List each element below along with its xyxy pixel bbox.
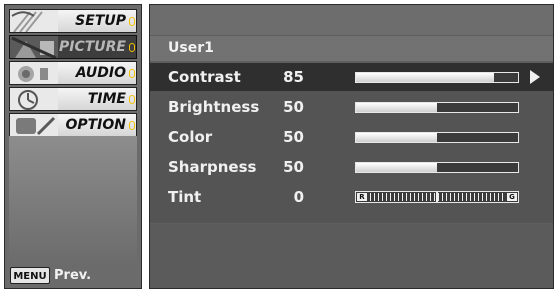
setting-slider-contrast[interactable] xyxy=(355,72,519,83)
menu-label-picture: PICTURE xyxy=(58,39,126,55)
menu-marker-time xyxy=(129,95,135,104)
setting-row-sharpness[interactable]: Sharpness 50 xyxy=(150,153,553,181)
setting-label-sharpness: Sharpness xyxy=(168,158,257,176)
menu-label-option: OPTION xyxy=(65,117,126,133)
picture-thumbnail-icon xyxy=(10,36,58,58)
menu-item-option[interactable]: OPTION xyxy=(9,113,137,137)
setting-slider-sharpness[interactable] xyxy=(355,162,519,173)
setting-label-brightness: Brightness xyxy=(168,98,260,116)
picture-settings-list: Contrast 85 Brightness 50 Color 50 Sharp… xyxy=(150,63,553,223)
panel-bottom-area xyxy=(150,224,553,288)
left-menu-panel: SETUP PICTURE AUDIO TIME OPTION MENU Pre… xyxy=(4,4,142,289)
left-menu-background xyxy=(9,136,137,266)
time-thumbnail-icon xyxy=(10,88,58,110)
picture-panel: User1 Contrast 85 Brightness 50 Color 50 xyxy=(149,4,554,289)
tint-slider[interactable]: R G xyxy=(355,191,519,203)
menu-label-setup: SETUP xyxy=(75,13,126,29)
tint-right-cap: G xyxy=(507,193,517,201)
menu-item-picture[interactable]: PICTURE xyxy=(9,35,137,59)
setting-slider-color[interactable] xyxy=(355,132,519,143)
setup-thumbnail-icon xyxy=(10,10,58,32)
setting-value-tint: 0 xyxy=(293,188,304,206)
menu-item-setup[interactable]: SETUP xyxy=(9,9,137,33)
setting-row-contrast[interactable]: Contrast 85 xyxy=(150,63,553,91)
menu-label-time: TIME xyxy=(87,91,126,107)
setting-label-color: Color xyxy=(168,128,213,146)
audio-thumbnail-icon xyxy=(10,62,58,84)
slider-fill-sharpness xyxy=(356,163,437,172)
tint-center-marker xyxy=(436,192,438,202)
setting-row-tint[interactable]: Tint 0 R G xyxy=(150,183,553,211)
tint-left-cap: R xyxy=(357,193,367,201)
option-thumbnail-icon xyxy=(10,114,58,136)
setting-row-color[interactable]: Color 50 xyxy=(150,123,553,151)
setting-label-tint: Tint xyxy=(168,188,202,206)
menu-marker-audio xyxy=(129,69,135,78)
prev-label: Prev. xyxy=(54,268,92,283)
panel-top-strip xyxy=(150,5,553,35)
setting-value-contrast: 85 xyxy=(283,68,304,86)
setting-value-brightness: 50 xyxy=(283,98,304,116)
picture-mode-title: User1 xyxy=(150,36,553,61)
setting-value-color: 50 xyxy=(283,128,304,146)
menu-label-audio: AUDIO xyxy=(75,65,126,81)
menu-item-time[interactable]: TIME xyxy=(9,87,137,111)
menu-marker-picture xyxy=(129,43,135,52)
slider-fill-contrast xyxy=(356,73,494,82)
slider-fill-brightness xyxy=(356,103,437,112)
menu-key-button[interactable]: MENU xyxy=(10,267,50,284)
slider-fill-color xyxy=(356,133,437,142)
right-arrow-icon xyxy=(530,70,540,84)
menu-marker-setup xyxy=(129,17,135,26)
setting-row-brightness[interactable]: Brightness 50 xyxy=(150,93,553,121)
menu-item-audio[interactable]: AUDIO xyxy=(9,61,137,85)
setting-value-sharpness: 50 xyxy=(283,158,304,176)
setting-label-contrast: Contrast xyxy=(168,68,241,86)
menu-marker-option xyxy=(129,121,135,130)
setting-slider-brightness[interactable] xyxy=(355,102,519,113)
